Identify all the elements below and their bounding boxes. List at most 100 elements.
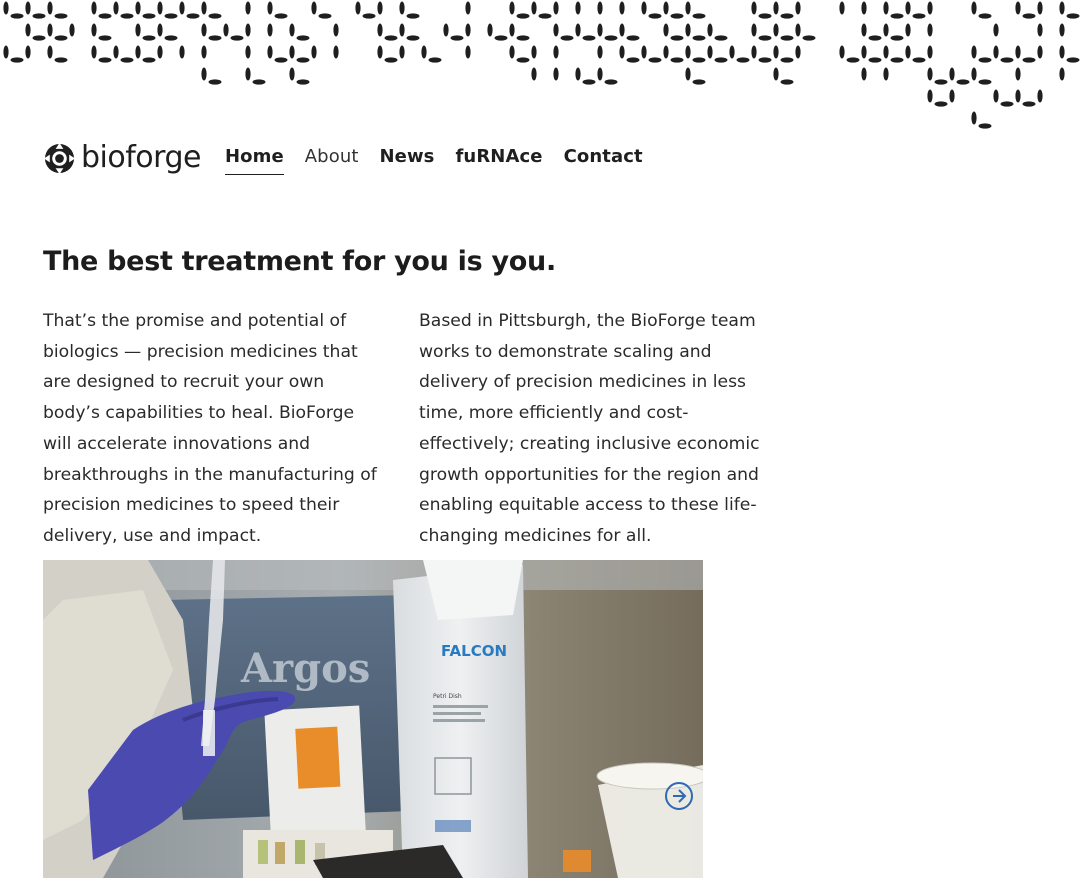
pattern-leaf [890, 13, 904, 19]
pattern-leaf [575, 23, 581, 37]
pattern-leaf [707, 23, 713, 37]
pattern-leaf [91, 45, 97, 59]
pattern-leaf [1015, 45, 1021, 59]
pattern-leaf [289, 23, 295, 37]
pattern-leaf [861, 23, 867, 37]
pattern-leaf [553, 67, 559, 81]
nav-furnace[interactable]: fuRNAce [456, 146, 543, 170]
pattern-leaf [186, 13, 200, 19]
pattern-leaf [560, 35, 574, 41]
pattern-leaf [179, 45, 185, 59]
pattern-leaf [1015, 67, 1021, 81]
pattern-leaf [54, 13, 68, 19]
pattern-leaf [333, 23, 339, 37]
pattern-leaf [362, 13, 376, 19]
nav-contact[interactable]: Contact [564, 146, 643, 170]
pattern-leaf [91, 23, 97, 37]
pattern-leaf [934, 101, 948, 107]
pattern-leaf [377, 23, 383, 37]
pattern-leaf [399, 23, 405, 37]
pattern-leaf [773, 67, 779, 81]
nav-news[interactable]: News [379, 146, 434, 170]
pattern-leaf [795, 23, 801, 37]
pattern-leaf [714, 57, 728, 63]
pattern-leaf [157, 1, 163, 15]
pattern-leaf [780, 35, 794, 41]
pattern-leaf [758, 57, 772, 63]
pattern-leaf [582, 79, 596, 85]
pattern-leaf [626, 57, 640, 63]
pattern-leaf [597, 67, 603, 81]
pattern-leaf [685, 1, 691, 15]
pattern-leaf [905, 23, 911, 37]
pattern-leaf [663, 45, 669, 59]
pattern-leaf [10, 13, 24, 19]
pattern-leaf [32, 35, 46, 41]
pattern-leaf [135, 23, 141, 37]
pattern-leaf [289, 67, 295, 81]
pattern-leaf [311, 1, 317, 15]
pattern-leaf [553, 1, 559, 15]
pattern-leaf [839, 1, 845, 15]
pattern-leaf [406, 35, 420, 41]
pattern-leaf [619, 45, 625, 59]
pattern-leaf [663, 23, 669, 37]
pattern-leaf [465, 1, 471, 15]
pattern-leaf [978, 57, 992, 63]
pattern-leaf [670, 57, 684, 63]
pattern-leaf [927, 1, 933, 15]
pattern-leaf [135, 1, 141, 15]
pattern-leaf [201, 1, 207, 15]
pattern-leaf [927, 67, 933, 81]
falcon-bag-brand: FALCON [441, 642, 507, 660]
pattern-leaf [494, 35, 508, 41]
pattern-leaf [912, 13, 926, 19]
pattern-leaf [1000, 57, 1014, 63]
pattern-leaf [619, 23, 625, 37]
pattern-leaf [135, 45, 141, 59]
pattern-leaf [487, 23, 493, 37]
pattern-leaf [120, 57, 134, 63]
pattern-leaf [927, 23, 933, 37]
pattern-leaf [443, 23, 449, 37]
pattern-leaf [883, 23, 889, 37]
argos-box-label: Argos [240, 645, 370, 692]
pattern-leaf [597, 1, 603, 15]
pattern-leaf [861, 45, 867, 59]
pattern-leaf [971, 45, 977, 59]
pattern-leaf [113, 1, 119, 15]
pattern-leaf [54, 57, 68, 63]
pattern-leaf [993, 89, 999, 103]
pattern-leaf [685, 67, 691, 81]
pattern-leaf [912, 57, 926, 63]
bioforge-logo-icon [44, 142, 75, 174]
pattern-leaf [839, 45, 845, 59]
pattern-leaf [648, 57, 662, 63]
pattern-leaf [795, 45, 801, 59]
pattern-leaf [1037, 1, 1043, 15]
logo-link[interactable]: bioforge [44, 142, 201, 174]
pattern-leaf [245, 67, 251, 81]
pattern-leaf [274, 57, 288, 63]
nav-home[interactable]: Home [224, 146, 284, 175]
pattern-leaf [604, 35, 618, 41]
pattern-leaf [516, 13, 530, 19]
pattern-leaf [450, 35, 464, 41]
pattern-leaf [692, 13, 706, 19]
lab-photo: Argos FALCON Petri Dish [43, 560, 703, 878]
falcon-bag-label: Petri Dish [433, 693, 462, 700]
pattern-leaf [1022, 57, 1036, 63]
pattern-leaf [619, 1, 625, 15]
pattern-leaf [245, 1, 251, 15]
pattern-leaf [597, 45, 603, 59]
pattern-leaf [25, 45, 31, 59]
pattern-leaf [890, 57, 904, 63]
pattern-leaf [685, 45, 691, 59]
pattern-leaf [575, 1, 581, 15]
pattern-leaf [905, 45, 911, 59]
pattern-leaf [751, 23, 757, 37]
pattern-leaf [1066, 13, 1080, 19]
nav-about[interactable]: About [305, 146, 359, 170]
pattern-leaf [1022, 101, 1036, 107]
pattern-leaf [465, 45, 471, 59]
